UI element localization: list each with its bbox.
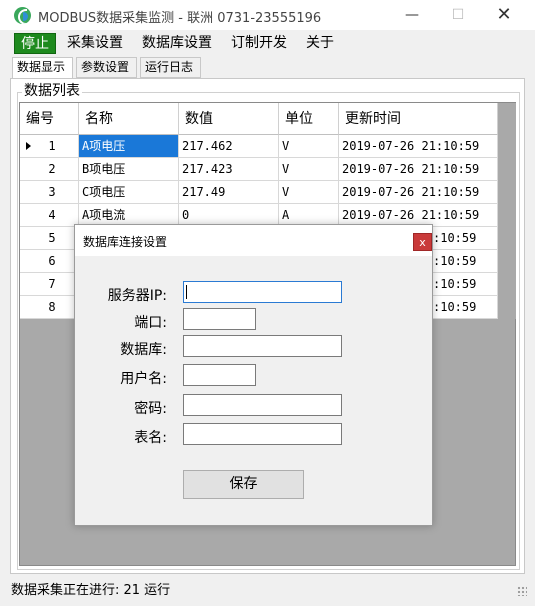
server-ip-input[interactable]: [183, 281, 342, 303]
cell-time[interactable]: 2019-07-26 21:10:59: [339, 204, 498, 226]
username-label: 用户名:: [120, 371, 167, 387]
table-row[interactable]: 3 C项电压 217.49 V 2019-07-26 21:10:59: [20, 181, 498, 204]
row-header: 3: [20, 181, 79, 203]
menu-database-settings[interactable]: 数据库设置: [142, 33, 212, 54]
grid-header: 编号 名称 数值 单位 更新时间: [20, 103, 498, 135]
row-header: 5: [20, 227, 79, 249]
save-button[interactable]: 保存: [183, 470, 304, 499]
cell-value[interactable]: 217.49: [179, 181, 279, 203]
cell-name[interactable]: B项电压: [79, 158, 179, 180]
maximize-icon[interactable]: ☐: [435, 0, 481, 30]
row-header: 7: [20, 273, 79, 295]
minimize-icon[interactable]: —: [389, 0, 435, 30]
cell-unit[interactable]: V: [279, 181, 339, 203]
table-row[interactable]: 2 B项电压 217.423 V 2019-07-26 21:10:59: [20, 158, 498, 181]
status-text: 数据采集正在进行: 21 运行: [11, 583, 171, 598]
menu-custom-dev[interactable]: 订制开发: [231, 33, 287, 54]
dialog-close-icon[interactable]: x: [413, 233, 432, 251]
database-input[interactable]: [183, 335, 342, 357]
cell-time[interactable]: 2019-07-26 21:10:59: [339, 158, 498, 180]
cell-unit[interactable]: V: [279, 158, 339, 180]
row-number: 4: [48, 208, 56, 222]
dialog-titlebar: 数据库连接设置 x: [75, 225, 432, 256]
tab-parameter-settings[interactable]: 参数设置: [76, 57, 137, 78]
text-caret: [186, 285, 187, 299]
group-label: 数据列表: [22, 80, 82, 100]
table-row[interactable]: 1 A项电压 217.462 V 2019-07-26 21:10:59: [20, 135, 498, 158]
server-ip-label: 服务器IP:: [107, 288, 167, 304]
row-number: 5: [48, 231, 56, 245]
username-input[interactable]: [183, 364, 256, 386]
tab-run-log[interactable]: 运行日志: [140, 57, 201, 78]
cell-time[interactable]: 2019-07-26 21:10:59: [339, 135, 498, 157]
table-name-label: 表名:: [134, 430, 167, 446]
row-header: 2: [20, 158, 79, 180]
row-number: 2: [48, 162, 56, 176]
tab-data-display[interactable]: 数据显示: [12, 57, 73, 79]
row-number: 7: [48, 277, 56, 291]
window-titlebar: MODBUS数据采集监测 - 联洲 0731-23555196 — ☐ ✕: [0, 0, 535, 30]
status-bar: 数据采集正在进行: 21 运行: [0, 575, 535, 600]
row-header: 4: [20, 204, 79, 226]
row-header: 8: [20, 296, 79, 318]
current-row-arrow-icon: [26, 142, 31, 150]
row-number: 1: [48, 139, 56, 153]
app-logo-icon: [14, 7, 31, 24]
close-icon[interactable]: ✕: [481, 0, 527, 30]
column-header-time[interactable]: 更新时间: [339, 103, 498, 135]
resize-grip-icon[interactable]: [517, 586, 527, 596]
cell-time[interactable]: 2019-07-26 21:10:59: [339, 181, 498, 203]
cell-value[interactable]: 0: [179, 204, 279, 226]
column-header-name[interactable]: 名称: [79, 103, 179, 135]
row-header: 1: [20, 135, 79, 157]
cell-name[interactable]: C项电压: [79, 181, 179, 203]
port-input[interactable]: [183, 308, 256, 330]
column-header-unit[interactable]: 单位: [279, 103, 339, 135]
menu-collect-settings[interactable]: 采集设置: [67, 33, 123, 54]
password-label: 密码:: [134, 401, 167, 417]
cell-name[interactable]: A项电流: [79, 204, 179, 226]
cell-unit[interactable]: V: [279, 135, 339, 157]
cell-value[interactable]: 217.462: [179, 135, 279, 157]
menu-about[interactable]: 关于: [306, 33, 334, 54]
row-number: 8: [48, 300, 56, 314]
cell-unit[interactable]: A: [279, 204, 339, 226]
cell-value[interactable]: 217.423: [179, 158, 279, 180]
row-number: 3: [48, 185, 56, 199]
grid-scroll-area: [499, 103, 516, 319]
database-label: 数据库:: [120, 342, 167, 358]
column-header-num[interactable]: 编号: [20, 103, 79, 135]
stop-button[interactable]: 停止: [14, 33, 56, 54]
dialog-title: 数据库连接设置: [83, 235, 168, 249]
database-connection-dialog: 数据库连接设置 x 服务器IP: 端口: 数据库: 用户名: 密码: 表名: 保…: [74, 224, 433, 526]
column-header-value[interactable]: 数值: [179, 103, 279, 135]
row-number: 6: [48, 254, 56, 268]
menu-bar: 停止 采集设置 数据库设置 订制开发 关于: [0, 31, 535, 55]
window-title: MODBUS数据采集监测 - 联洲 0731-23555196: [38, 11, 322, 26]
row-header: 6: [20, 250, 79, 272]
table-name-input[interactable]: [183, 423, 342, 445]
port-label: 端口:: [134, 315, 167, 331]
password-input[interactable]: [183, 394, 342, 416]
cell-name[interactable]: A项电压: [79, 135, 179, 157]
